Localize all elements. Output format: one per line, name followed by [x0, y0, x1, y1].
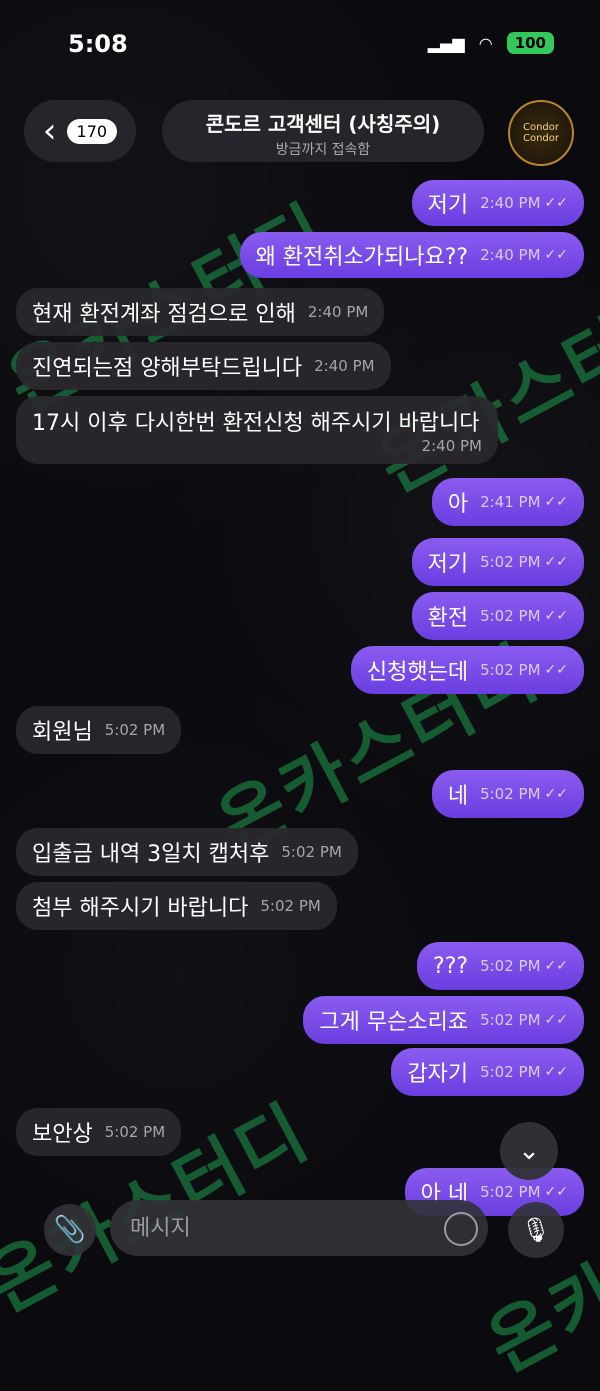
message-text: 17시 이후 다시한번 환전신청 해주시기 바랍니다: [32, 411, 480, 436]
scroll-down-button[interactable]: ⌄: [500, 1122, 558, 1180]
read-check-icon: ✓✓: [544, 958, 568, 974]
message-bubble[interactable]: 회원님 5:02 PM: [16, 706, 182, 754]
message-text: 첨부 해주시기 바랍니다: [32, 896, 249, 921]
sticker-icon[interactable]: [444, 1212, 478, 1246]
avatar-logo-text: Condor: [522, 122, 559, 133]
message-bubble[interactable]: 환전 5:02 PM ✓✓: [411, 592, 584, 640]
microphone-icon: 🎙: [520, 1216, 552, 1244]
message-bubble[interactable]: 아 2:41 PM ✓✓: [431, 478, 584, 526]
message-bubble[interactable]: 현재 환전계좌 점검으로 인해 2:40 PM: [16, 288, 385, 336]
message-time: 5:02 PM: [281, 843, 342, 861]
message-time: 2:40 PM: [421, 437, 482, 455]
signal-icon: ▂▄▆: [427, 33, 465, 53]
message-text: 환전: [427, 606, 469, 631]
message-composer: 📎 🎙: [0, 1198, 600, 1301]
message-bubble[interactable]: 17시 이후 다시한번 환전신청 해주시기 바랍니다 2:40 PM: [16, 396, 498, 464]
attach-button[interactable]: 📎: [44, 1204, 96, 1256]
status-icons: ▂▄▆ ◠ 100: [428, 32, 554, 54]
unread-count-badge: 170: [66, 118, 118, 144]
message-bubble[interactable]: 입출금 내역 3일치 캡처후 5:02 PM: [16, 828, 358, 876]
message-time: 5:02 PM: [104, 1123, 166, 1141]
message-text: 입출금 내역 3일치 캡처후: [32, 842, 270, 867]
message-time: 5:02 PM: [480, 1063, 541, 1081]
message-text: 네: [447, 784, 469, 809]
read-check-icon: ✓✓: [544, 195, 568, 211]
read-check-icon: ✓✓: [544, 1012, 568, 1028]
message-time: 5:02 PM: [480, 1011, 541, 1029]
message-text: 갑자기: [407, 1062, 469, 1087]
message-bubble[interactable]: ??? 5:02 PM ✓✓: [417, 942, 584, 990]
message-bubble[interactable]: 네 5:02 PM ✓✓: [431, 770, 584, 818]
message-bubble[interactable]: 그게 무슨소리죠 5:02 PM ✓✓: [303, 996, 584, 1044]
chat-name: 콘도르 고객센터 (사칭주의): [205, 112, 441, 136]
chevron-down-icon: ⌄: [518, 1136, 540, 1166]
message-time: 5:02 PM: [260, 897, 321, 915]
read-check-icon: ✓✓: [544, 247, 568, 263]
read-check-icon: ✓✓: [544, 662, 568, 678]
read-check-icon: ✓✓: [544, 608, 568, 624]
wifi-icon: ◠: [478, 33, 493, 53]
microphone-button[interactable]: 🎙: [508, 1202, 564, 1258]
read-check-icon: ✓✓: [544, 786, 568, 802]
message-text: 아: [447, 492, 469, 517]
message-text: 신청햇는데: [366, 660, 469, 685]
status-bar: 5:08 ▂▄▆ ◠ 100: [0, 0, 600, 88]
read-check-icon: ✓✓: [544, 554, 568, 570]
read-check-icon: ✓✓: [544, 1064, 568, 1080]
message-time: 5:02 PM: [480, 661, 541, 679]
message-text: 현재 환전계좌 점검으로 인해: [32, 302, 296, 327]
message-input[interactable]: [110, 1200, 488, 1256]
message-time: 5:02 PM: [480, 553, 541, 571]
battery-icon: 100: [506, 32, 554, 54]
message-time: 2:40 PM: [480, 246, 541, 264]
message-time: 2:40 PM: [314, 357, 375, 375]
message-text: 왜 환전취소가되나요??: [255, 245, 469, 270]
chat-header: ‹ 170 콘도르 고객센터 (사칭주의) 방금까지 접속함 Condor Co…: [0, 96, 600, 168]
read-check-icon: ✓✓: [544, 494, 568, 510]
message-time: 5:02 PM: [480, 607, 541, 625]
avatar-logo-text: Condor: [522, 133, 559, 144]
avatar[interactable]: Condor Condor: [508, 100, 574, 166]
message-text: 저기: [427, 552, 469, 577]
chat-title[interactable]: 콘도르 고객센터 (사칭주의) 방금까지 접속함: [162, 100, 484, 162]
message-time: 2:41 PM: [480, 493, 541, 511]
chevron-left-icon: ‹: [42, 111, 57, 151]
message-text: 그게 무슨소리죠: [319, 1010, 469, 1035]
message-bubble[interactable]: 저기 2:40 PM ✓✓: [411, 180, 584, 226]
message-text: 회원님: [32, 720, 93, 745]
message-bubble[interactable]: 갑자기 5:02 PM ✓✓: [391, 1048, 584, 1096]
back-button[interactable]: ‹ 170: [24, 100, 136, 162]
message-time: 5:02 PM: [480, 785, 541, 803]
message-time: 2:40 PM: [480, 194, 541, 212]
message-bubble[interactable]: 첨부 해주시기 바랍니다 5:02 PM: [16, 882, 337, 930]
status-time: 5:08: [68, 30, 128, 58]
paperclip-icon: 📎: [53, 1215, 87, 1245]
message-text: 저기: [427, 193, 469, 218]
message-time: 5:02 PM: [480, 957, 541, 975]
message-time: 5:02 PM: [104, 721, 166, 739]
message-text: ???: [433, 953, 469, 979]
message-text: 진연되는점 양해부탁드립니다: [32, 356, 303, 381]
chat-status: 방금까지 접속함: [275, 142, 371, 158]
message-bubble[interactable]: 신청햇는데 5:02 PM ✓✓: [350, 646, 584, 694]
message-time: 2:40 PM: [307, 303, 369, 321]
message-bubble[interactable]: 저기 5:02 PM ✓✓: [411, 538, 584, 586]
message-bubble[interactable]: 보안상 5:02 PM: [16, 1108, 182, 1156]
message-bubble[interactable]: 진연되는점 양해부탁드립니다 2:40 PM: [16, 342, 391, 390]
message-text: 보안상: [32, 1122, 93, 1147]
message-bubble[interactable]: 왜 환전취소가되나요?? 2:40 PM ✓✓: [239, 232, 584, 278]
